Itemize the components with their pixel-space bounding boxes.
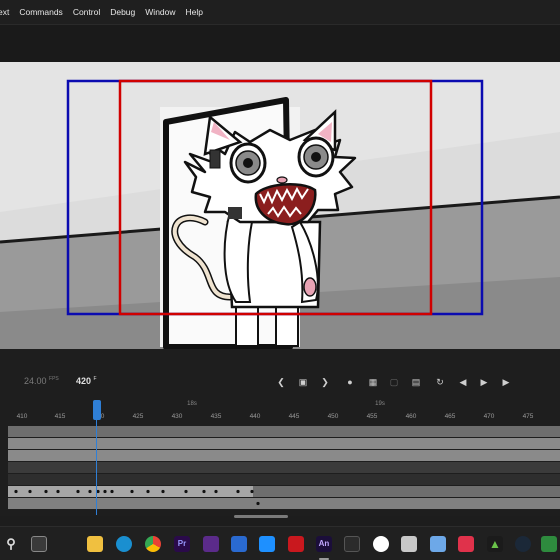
chrome-icon[interactable] (145, 536, 161, 552)
steam-icon[interactable] (515, 536, 531, 552)
seconds-marker: 19s (375, 401, 385, 407)
gamebar-icon[interactable] (541, 536, 557, 552)
chevron-right-icon[interactable]: ❯ (318, 375, 332, 389)
timeline-layer[interactable] (8, 438, 560, 449)
menu-item-window[interactable]: Window (140, 7, 180, 17)
search-icon[interactable]: ⚲ (3, 536, 19, 552)
timeline-layer[interactable] (8, 474, 560, 485)
center-frame-icon[interactable]: ▤ (409, 375, 423, 389)
video-editor-icon[interactable] (203, 536, 219, 552)
insert-keyframe-icon[interactable]: ▣ (296, 375, 310, 389)
timeline-layer[interactable] (8, 426, 560, 437)
xbox-icon[interactable]: ▲ (487, 536, 503, 552)
mail-icon[interactable] (259, 536, 275, 552)
adobe-icon[interactable] (288, 536, 304, 552)
menu-item-debug[interactable]: Debug (105, 7, 140, 17)
frame-tick: 455 (366, 413, 378, 420)
frame-tick: 435 (210, 413, 222, 420)
folder-icon[interactable] (87, 536, 103, 552)
timeline-panel: 24.00 FPS 420 F ❮ ▣ ❯ ● ▦ ▢ ▤ ↻ ◀ ▶ ▶ 18… (0, 349, 560, 518)
frame-tick: 450 (327, 413, 339, 420)
stage-canvas[interactable] (0, 62, 560, 349)
current-frame-value: 420 (76, 376, 92, 386)
edge-icon[interactable] (116, 536, 132, 552)
fps-unit: FPS (49, 376, 59, 382)
timeline-scrollbar[interactable] (234, 515, 288, 518)
frame-tick: 445 (288, 413, 300, 420)
frame-tick: 465 (444, 413, 456, 420)
timeline-layer[interactable] (8, 462, 560, 473)
menu-item-text[interactable]: ext (0, 7, 14, 17)
frame-tick: 440 (249, 413, 261, 420)
fps-value: 24.00 (24, 376, 47, 386)
step-back-icon[interactable]: ◀ (456, 375, 470, 389)
onion-skin-icon[interactable]: ● (343, 375, 357, 389)
menu-bar: ext Commands Control Debug Window Help (0, 0, 560, 24)
premiere-icon[interactable]: Pr (174, 536, 190, 552)
toolbar-area (0, 24, 560, 62)
menu-item-control[interactable]: Control (68, 7, 105, 17)
fps-readout[interactable]: 24.00 FPS (24, 376, 59, 386)
frame-tick: 475 (522, 413, 534, 420)
loop-icon[interactable]: ↻ (433, 375, 447, 389)
obs-icon[interactable] (373, 536, 389, 552)
seconds-marker: 18s (187, 401, 197, 407)
frame-unit: F (93, 376, 97, 382)
stage-artwork (0, 62, 560, 349)
keyframe-dots (8, 486, 254, 497)
step-forward-icon[interactable]: ▶ (499, 375, 513, 389)
menu-item-commands[interactable]: Commands (14, 7, 67, 17)
notes-icon[interactable] (401, 536, 417, 552)
frame-tick: 460 (405, 413, 417, 420)
timeline-ruler[interactable]: 18s 19s 410 415 420 425 430 435 440 445 … (0, 401, 560, 423)
timeline-layer[interactable] (8, 450, 560, 461)
frame-tick: 430 (171, 413, 183, 420)
keyframe-dots (256, 501, 260, 506)
app-icon[interactable] (344, 536, 360, 552)
clipchamp-icon[interactable] (231, 536, 247, 552)
app-red-icon[interactable] (458, 536, 474, 552)
timeline-layer[interactable] (8, 498, 560, 509)
edit-multiple-frames-icon[interactable]: ▢ (387, 375, 401, 389)
playhead[interactable] (93, 400, 101, 420)
onion-skin-outline-icon[interactable]: ▦ (366, 375, 380, 389)
play-icon[interactable]: ▶ (477, 375, 491, 389)
chevron-left-icon[interactable]: ❮ (274, 375, 288, 389)
frame-tick: 425 (132, 413, 144, 420)
animate-icon[interactable]: An (316, 536, 332, 552)
photos-icon[interactable] (430, 536, 446, 552)
menu-item-help[interactable]: Help (181, 7, 208, 17)
taskbar: ⚲ Pr An ▲ (0, 526, 560, 560)
playhead-line (96, 420, 97, 515)
current-frame-readout[interactable]: 420 F (76, 376, 97, 386)
timeline-layer-keyframes[interactable] (8, 486, 560, 497)
frame-tick: 415 (54, 413, 66, 420)
timeline-controls: 24.00 FPS 420 F ❮ ▣ ❯ ● ▦ ▢ ▤ ↻ ◀ ▶ ▶ (0, 369, 560, 397)
frame-tick: 470 (483, 413, 495, 420)
frame-tick: 410 (16, 413, 28, 420)
task-view-icon[interactable] (31, 536, 47, 552)
